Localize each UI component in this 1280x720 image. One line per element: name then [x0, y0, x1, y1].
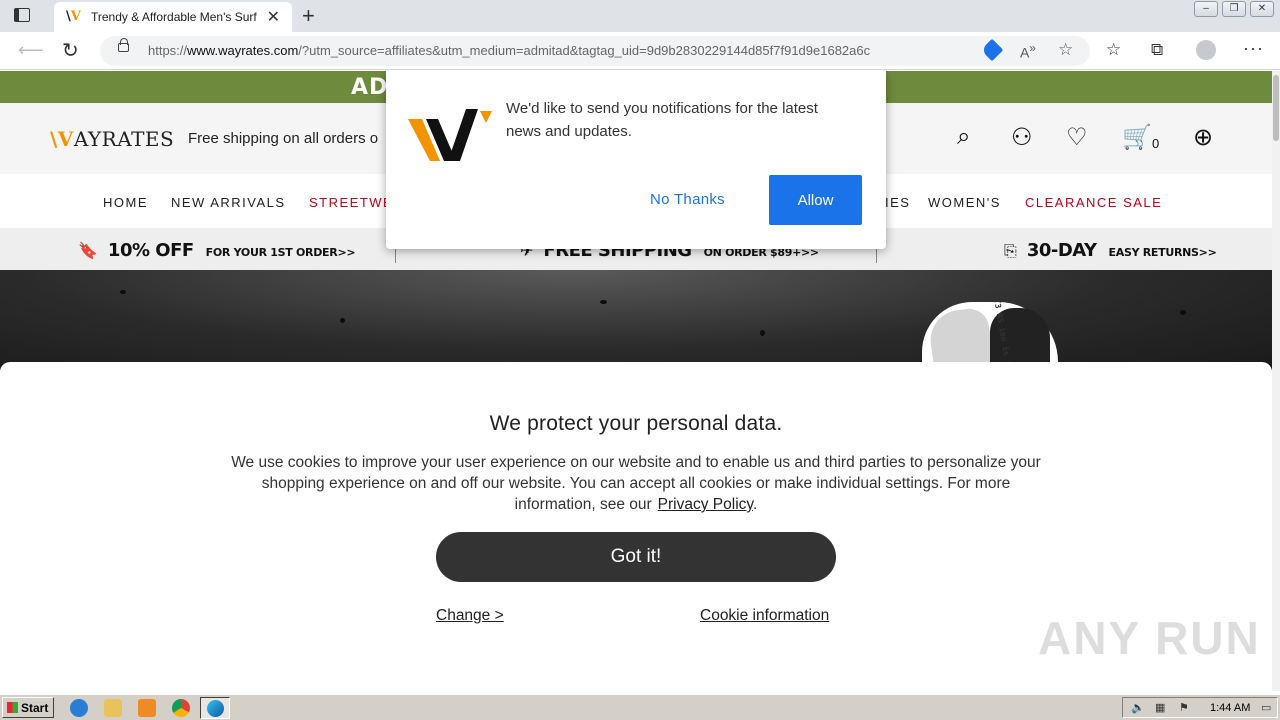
- privacy-policy-link[interactable]: Privacy Policy: [658, 496, 753, 513]
- start-button[interactable]: Start: [2, 697, 54, 718]
- more-menu-icon[interactable]: ···: [1243, 38, 1264, 59]
- benefit-discount[interactable]: 🔖 10% OFF FOR YOUR 1ST ORDER>>: [78, 240, 356, 261]
- nav-clearance-sale[interactable]: CLEARANCE SALE: [1025, 195, 1162, 210]
- new-tab-icon[interactable]: +: [302, 3, 315, 29]
- notification-message: We'd like to send you notifications for …: [506, 100, 818, 140]
- allow-button[interactable]: Allow: [769, 175, 862, 225]
- chrome-icon[interactable]: [172, 699, 190, 717]
- flag-icon[interactable]: ⚑: [1179, 702, 1191, 714]
- return-box-icon: ⎘: [1004, 243, 1017, 260]
- tab-close-icon[interactable]: ✕: [267, 7, 280, 27]
- clock: 1:44 AM: [1210, 702, 1251, 714]
- reload-icon[interactable]: ↻: [62, 38, 79, 63]
- hero-texture: [1180, 310, 1186, 315]
- nav-accessories[interactable]: IES: [885, 195, 910, 210]
- restore-button[interactable]: ❐: [1222, 1, 1246, 17]
- url-text[interactable]: https://www.wayrates.com/?utm_source=aff…: [148, 43, 870, 58]
- globe-icon[interactable]: ⊕: [1193, 123, 1213, 152]
- got-it-button[interactable]: Got it!: [436, 532, 836, 582]
- hero-texture: [760, 330, 765, 336]
- no-thanks-button[interactable]: No Thanks: [650, 191, 725, 208]
- cookie-title: We protect your personal data.: [489, 412, 783, 435]
- favorites-icon[interactable]: ☆: [1106, 40, 1121, 60]
- hero-texture: [340, 318, 345, 323]
- cart-icon[interactable]: 🛒: [1122, 123, 1152, 152]
- windows-logo-icon: [7, 702, 18, 713]
- shipping-message: Free shipping on all orders o: [188, 130, 379, 147]
- address-toolbar: ⟵ ↻ https://www.wayrates.com/?utm_source…: [0, 32, 1280, 70]
- nav-new-arrivals[interactable]: NEW ARRIVALS: [171, 195, 286, 210]
- volume-icon[interactable]: 🔈: [1131, 702, 1145, 714]
- hero-texture: [120, 290, 126, 294]
- wayrates-logo-icon: [408, 109, 492, 161]
- nav-home[interactable]: HOME: [103, 195, 148, 210]
- tab-title: Trendy & Affordable Men's Surf: [91, 10, 257, 24]
- wishlist-heart-icon[interactable]: ♡: [1066, 123, 1088, 152]
- lock-icon[interactable]: [118, 38, 129, 52]
- cookie-information-link[interactable]: Cookie information: [700, 607, 829, 625]
- cart-count: 0: [1152, 136, 1160, 151]
- nav-streetwear[interactable]: STREETWE: [309, 195, 393, 210]
- read-aloud-icon[interactable]: A»: [1020, 42, 1036, 61]
- bookmark-icon: 🔖: [78, 243, 98, 260]
- benefit-returns[interactable]: ⎘ 30-DAY EASY RETURNS>>: [1004, 240, 1217, 261]
- site-favicon-icon: \V: [66, 9, 81, 24]
- network-icon[interactable]: ▦: [1155, 702, 1167, 714]
- nav-womens[interactable]: WOMEN'S: [928, 195, 1001, 210]
- show-desktop-icon[interactable]: ▭: [1261, 702, 1273, 714]
- account-icon[interactable]: ⚇: [1011, 123, 1033, 152]
- change-settings-link[interactable]: Change >: [436, 607, 504, 625]
- explorer-folder-icon[interactable]: [104, 699, 122, 717]
- close-window-button[interactable]: ✕: [1250, 1, 1274, 17]
- back-arrow-icon[interactable]: ⟵: [18, 40, 44, 61]
- edge-icon: [207, 700, 224, 717]
- tab-actions-icon[interactable]: [14, 8, 30, 22]
- browser-tab[interactable]: \V Trendy & Affordable Men's Surf ✕: [54, 2, 292, 32]
- media-player-icon[interactable]: [138, 699, 156, 717]
- scroll-thumb[interactable]: [1273, 75, 1279, 141]
- collections-icon[interactable]: ⧉: [1151, 40, 1163, 60]
- page-scrollbar[interactable]: [1272, 71, 1280, 691]
- edge-taskbar-button[interactable]: [200, 697, 230, 719]
- hero-banner[interactable]: RT3 RS ion is the: [0, 270, 1272, 370]
- browser-tab-bar: \V Trendy & Affordable Men's Surf ✕ + – …: [0, 0, 1280, 32]
- profile-avatar[interactable]: [1196, 40, 1216, 60]
- page-viewport: ADV \VAYRATES Free shipping on all order…: [0, 71, 1280, 691]
- window-controls: – ❐ ✕: [1194, 1, 1274, 17]
- search-icon[interactable]: ⌕: [957, 123, 970, 151]
- taskbar: Start 🔈 ▦ ⚑ 1:44 AM ▭: [0, 694, 1280, 720]
- system-tray: 🔈 ▦ ⚑ 1:44 AM ▭: [1122, 697, 1278, 718]
- hero-texture: [600, 300, 607, 304]
- notification-permission-popup: We'd like to send you notifications for …: [386, 71, 886, 249]
- ie-icon[interactable]: [70, 699, 88, 717]
- coupon-tag-icon[interactable]: [980, 38, 1004, 62]
- url-field[interactable]: https://www.wayrates.com/?utm_source=aff…: [100, 36, 1090, 66]
- cookie-body-text: We use cookies to improve your user expe…: [231, 454, 1041, 513]
- add-favorite-icon[interactable]: ☆: [1058, 40, 1073, 60]
- site-logo[interactable]: \VAYRATES: [50, 127, 174, 151]
- minimize-button[interactable]: –: [1194, 1, 1218, 17]
- anyrun-watermark: ANY RUN: [1038, 612, 1261, 664]
